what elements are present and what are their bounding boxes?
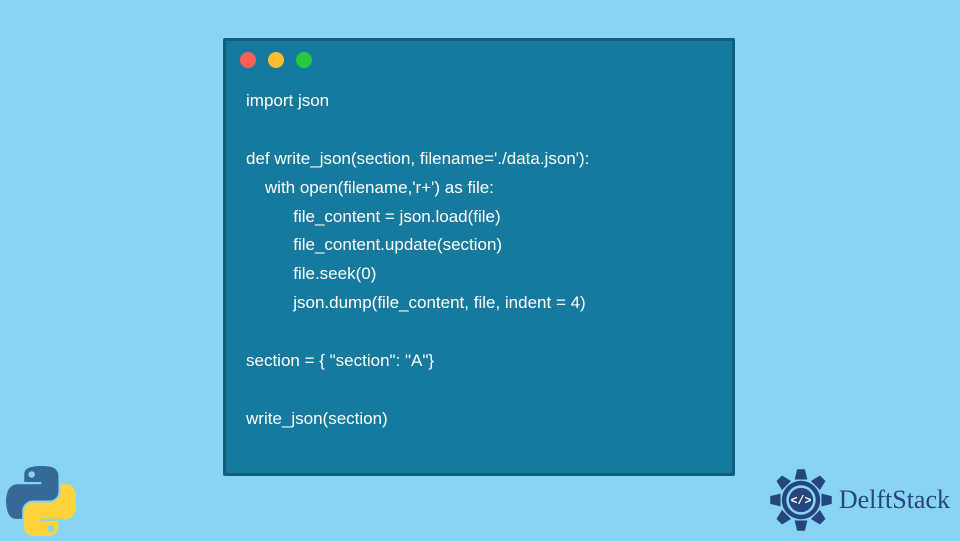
python-logo-icon [6, 466, 76, 536]
svg-text:</>: </> [790, 495, 811, 508]
close-icon [240, 52, 256, 68]
delftstack-label: DelftStack [839, 485, 950, 515]
code-block: import json def write_json(section, file… [226, 79, 732, 452]
maximize-icon [296, 52, 312, 68]
delftstack-badge-icon: </> [769, 468, 833, 532]
delftstack-logo: </> DelftStack [769, 468, 950, 532]
minimize-icon [268, 52, 284, 68]
code-window: import json def write_json(section, file… [223, 38, 735, 476]
window-titlebar [226, 41, 732, 79]
